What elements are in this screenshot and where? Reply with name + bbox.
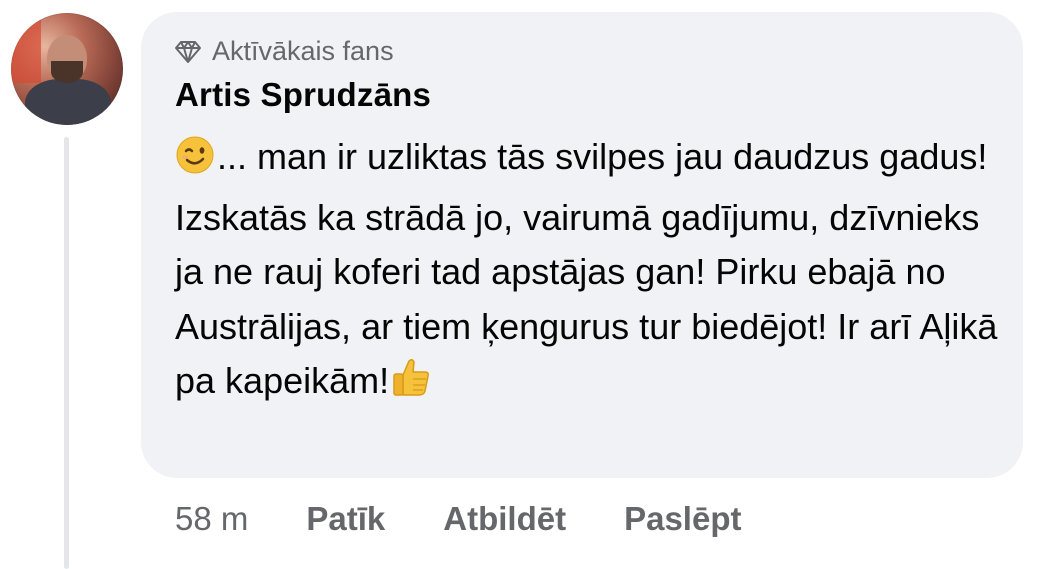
reply-button[interactable]: Atbildēt — [443, 500, 566, 538]
comment-actions: 58 m Patīk Atbildēt Paslēpt — [175, 500, 741, 538]
like-button[interactable]: Patīk — [306, 500, 385, 538]
comment-body: ... man ir uzliktas tās svilpes jau daud… — [175, 136, 998, 401]
avatar[interactable] — [11, 13, 123, 125]
thread-line — [64, 137, 69, 569]
comment-timestamp[interactable]: 58 m — [175, 500, 248, 538]
winking-face-emoji — [175, 135, 215, 191]
diamond-icon — [174, 40, 202, 64]
avatar-beard — [51, 61, 83, 83]
avatar-body — [25, 79, 111, 125]
avatar-background — [11, 13, 41, 83]
thumbs-up-emoji — [389, 355, 433, 415]
badge-label: Aktīvākais fans — [212, 36, 394, 66]
comment-text: ... man ir uzliktas tās svilpes jau daud… — [175, 130, 1015, 415]
hide-button[interactable]: Paslēpt — [624, 500, 741, 538]
comment-author[interactable]: Artis Sprudzāns — [175, 76, 431, 114]
top-fan-badge[interactable]: Aktīvākais fans — [174, 36, 394, 67]
